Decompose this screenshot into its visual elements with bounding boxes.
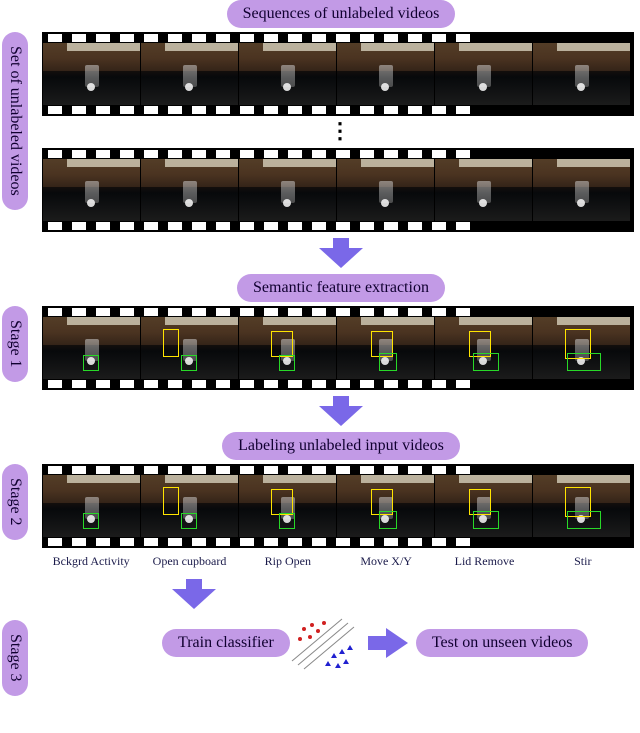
- side-label-stage3: Stage 3: [2, 620, 28, 696]
- video-frame: [533, 317, 631, 379]
- sprocket-row: [43, 537, 633, 547]
- arrow-down-icon: [172, 579, 216, 609]
- video-frame: [337, 475, 435, 537]
- video-frame: [43, 317, 141, 379]
- detection-box: [567, 353, 601, 371]
- video-frame: [43, 475, 141, 537]
- detection-box: [163, 487, 179, 515]
- video-frame: [43, 159, 141, 221]
- sprocket-row: [43, 379, 633, 389]
- activity-label: Move X/Y: [337, 554, 435, 569]
- sprocket-row: [43, 221, 633, 231]
- video-frame: [435, 317, 533, 379]
- arrow-down-icon: [319, 396, 363, 426]
- activity-label: Stir: [534, 554, 632, 569]
- video-frame: [533, 159, 631, 221]
- video-frame: [239, 475, 337, 537]
- sprocket-row: [43, 465, 633, 475]
- detection-box: [163, 329, 179, 357]
- detection-box: [271, 331, 293, 357]
- video-frame: [435, 475, 533, 537]
- filmstrip-row-1: [42, 32, 634, 116]
- filmstrip-stage1: [42, 306, 634, 390]
- detection-box: [83, 513, 99, 529]
- video-frame: [141, 475, 239, 537]
- activity-label: Lid Remove: [435, 554, 533, 569]
- activity-label: Open cupboard: [140, 554, 238, 569]
- detection-box: [379, 511, 397, 529]
- top-title-row: Sequences of unlabeled videos: [42, 0, 640, 28]
- filmstrip-stage2: [42, 464, 634, 548]
- title-sequences: Sequences of unlabeled videos: [227, 0, 456, 28]
- arrow-right-icon: [368, 628, 408, 658]
- video-frame: [43, 43, 141, 105]
- video-frame: [239, 159, 337, 221]
- activity-labels-row: Bckgrd Activity Open cupboard Rip Open M…: [42, 552, 632, 569]
- title-labeling: Labeling unlabeled input videos: [222, 432, 460, 460]
- video-frame: [533, 43, 631, 105]
- video-frame: [337, 43, 435, 105]
- sprocket-row: [43, 307, 633, 317]
- video-frame: [435, 159, 533, 221]
- sprocket-row: [43, 149, 633, 159]
- video-frame: [141, 43, 239, 105]
- title-test-unseen: Test on unseen videos: [416, 629, 589, 657]
- diagram-content: Sequences of unlabeled videos ⋮: [42, 0, 640, 671]
- detection-box: [567, 511, 601, 529]
- video-frame: [141, 159, 239, 221]
- arrow-down-icon: [319, 238, 363, 268]
- title-train-classifier: Train classifier: [162, 629, 290, 657]
- detection-box: [279, 355, 295, 371]
- vertical-ellipsis-icon: ⋮: [46, 118, 636, 144]
- stage3-row: [42, 573, 632, 615]
- side-label-set: Set of unlabeled videos: [2, 32, 28, 210]
- detection-box: [83, 355, 99, 371]
- side-label-stage1: Stage 1: [2, 306, 28, 382]
- labeling-title-row: Labeling unlabeled input videos: [42, 432, 640, 460]
- train-test-row: Train classifier Test on unseen videos: [42, 615, 632, 671]
- semantic-title-row: Semantic feature extraction: [42, 274, 640, 302]
- sprocket-row: [43, 105, 633, 115]
- detection-box: [271, 489, 293, 515]
- detection-box: [473, 511, 499, 529]
- filmstrip-row-2: [42, 148, 634, 232]
- video-frame: [337, 317, 435, 379]
- side-label-stage2: Stage 2: [2, 464, 28, 540]
- detection-box: [379, 353, 397, 371]
- video-frame: [435, 43, 533, 105]
- video-frame: [239, 317, 337, 379]
- detection-box: [181, 355, 197, 371]
- video-frame: [141, 317, 239, 379]
- detection-box: [279, 513, 295, 529]
- title-semantic-extraction: Semantic feature extraction: [237, 274, 445, 302]
- activity-label: Rip Open: [239, 554, 337, 569]
- video-frame: [533, 475, 631, 537]
- detection-box: [181, 513, 197, 529]
- activity-label: Bckgrd Activity: [42, 554, 140, 569]
- sprocket-row: [43, 33, 633, 43]
- classifier-scatter-icon: [290, 615, 360, 671]
- detection-box: [473, 353, 499, 371]
- video-frame: [337, 159, 435, 221]
- video-frame: [239, 43, 337, 105]
